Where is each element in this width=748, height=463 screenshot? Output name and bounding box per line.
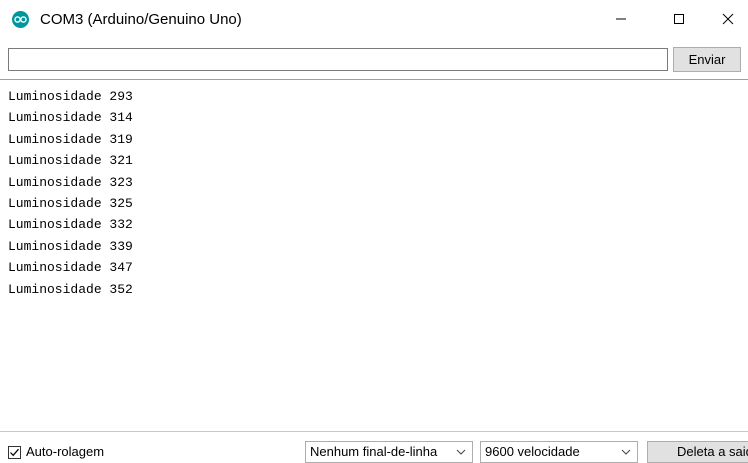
send-button[interactable]: Enviar — [673, 47, 741, 72]
autoscroll-checkbox[interactable] — [8, 445, 21, 459]
output-line: Luminosidade 332 — [8, 217, 133, 233]
minimize-icon — [616, 18, 626, 20]
output-line: Luminosidade 339 — [8, 238, 133, 254]
maximize-icon — [674, 14, 684, 24]
serial-output[interactable]: Luminosidade 293 Luminosidade 314 Luminosi… — [8, 86, 738, 426]
maximize-button[interactable] — [656, 0, 702, 38]
output-line: Luminosidade 323 — [8, 174, 133, 190]
output-line: Luminosidade 293 — [8, 89, 133, 104]
output-line: Luminosidade 347 — [8, 260, 133, 276]
checkmark-icon — [10, 448, 19, 456]
bottom-toolbar: Auto-rolagem Nenhum final-de-linha 9600 … — [0, 432, 748, 463]
autoscroll-label: Auto-rolagem — [26, 444, 105, 459]
line-ending-select[interactable]: Nenhum final-de-linha — [305, 441, 473, 463]
output-line: Luminosidade 325 — [8, 195, 133, 211]
send-input[interactable] — [8, 48, 668, 71]
clear-output-button[interactable]: Deleta a saida — [647, 441, 748, 463]
close-icon — [722, 13, 734, 25]
output-line: Luminosidade 319 — [8, 131, 133, 147]
output-line: Luminosidade 352 — [8, 281, 133, 297]
close-button[interactable] — [705, 0, 748, 38]
output-line: Luminosidade 321 — [8, 153, 133, 169]
minimize-button[interactable] — [598, 0, 644, 38]
baud-rate-value: 9600 velocidade — [485, 444, 580, 459]
baud-rate-select[interactable]: 9600 velocidade — [480, 441, 638, 463]
output-line: Luminosidade 314 — [8, 110, 133, 126]
chevron-down-icon — [456, 449, 466, 455]
line-ending-value: Nenhum final-de-linha — [310, 444, 438, 459]
window-title: COM3 (Arduino/Genuino Uno) — [40, 11, 242, 28]
autoscroll-toggle[interactable]: Auto-rolagem — [8, 444, 104, 460]
arduino-icon — [12, 11, 29, 28]
title-bar: COM3 (Arduino/Genuino Uno) — [0, 0, 748, 40]
divider — [0, 79, 748, 80]
chevron-down-icon — [621, 449, 631, 455]
